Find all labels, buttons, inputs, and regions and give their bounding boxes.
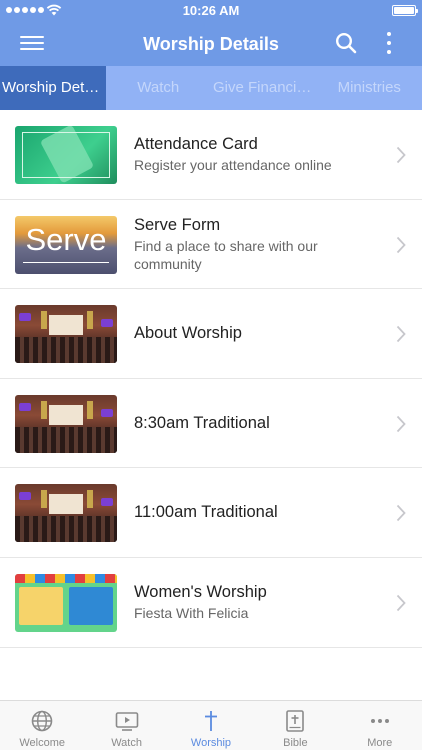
list-item-serve-form[interactable]: Serve Serve Form Find a place to share w…: [0, 200, 422, 290]
chevron-right-icon: [396, 236, 406, 253]
bible-icon: [286, 710, 305, 732]
list-item-title: Serve Form: [134, 215, 221, 234]
nav-watch[interactable]: Watch: [84, 701, 168, 750]
serve-form-thumbnail: Serve: [15, 215, 117, 274]
list-item-title: Women's Worship: [134, 583, 267, 602]
cross-icon: [204, 711, 217, 731]
list-item-830am-traditional[interactable]: 8:30am Traditional: [0, 379, 422, 469]
tab-give-financially[interactable]: Give Financially: [211, 66, 317, 110]
battery-icon: [392, 5, 418, 16]
more-dots-icon: [370, 719, 389, 723]
list-item-about-worship[interactable]: About Worship: [0, 289, 422, 379]
nav-more[interactable]: More: [338, 701, 422, 750]
nav-worship[interactable]: Worship: [169, 701, 253, 750]
chevron-right-icon: [396, 594, 406, 612]
status-bar: 10:26 AM: [0, 0, 422, 22]
content-list: Attendance Card Register your attendance…: [0, 110, 422, 648]
sanctuary-photo-thumbnail: [15, 305, 117, 364]
chevron-right-icon: [396, 146, 406, 164]
list-item-1100am-traditional[interactable]: 11:00am Traditional: [0, 468, 422, 558]
attendance-card-thumbnail: [15, 126, 117, 184]
search-icon[interactable]: [334, 31, 358, 55]
tab-worship-details[interactable]: Worship Details: [0, 66, 106, 110]
nav-label: Watch: [111, 737, 142, 749]
nav-bible[interactable]: Bible: [253, 701, 337, 750]
app-bar: Worship Details: [0, 22, 422, 66]
bottom-navigation: Welcome Watch Worship Bible More: [0, 700, 422, 750]
tv-play-icon: [115, 712, 138, 731]
overflow-menu-icon[interactable]: [380, 30, 398, 56]
nav-label: More: [367, 737, 393, 749]
status-time: 10:26 AM: [182, 3, 240, 18]
globe-icon: [31, 710, 53, 732]
list-item-attendance-card[interactable]: Attendance Card Register your attendance…: [0, 110, 422, 200]
list-item-subtitle: Fiesta With Felicia: [134, 605, 249, 622]
nav-label: Bible: [283, 737, 308, 749]
list-item-title: About Worship: [134, 323, 242, 342]
list-item-womens-worship[interactable]: Women's Worship Fiesta With Felicia: [0, 558, 422, 648]
womens-worship-flyer-thumbnail: [15, 573, 117, 632]
page-title: Worship Details: [143, 34, 279, 54]
list-item-subtitle: Find a place to share with our community: [134, 237, 318, 272]
nav-label: Worship: [190, 737, 232, 749]
tab-ministries[interactable]: Ministries: [317, 66, 422, 110]
chevron-right-icon: [396, 415, 406, 432]
chevron-right-icon: [396, 505, 406, 522]
list-item-title: 11:00am Traditional: [134, 503, 278, 522]
tab-bar: Worship Details Watch Give Financially M…: [0, 66, 422, 110]
chevron-right-icon: [396, 326, 406, 343]
tab-watch[interactable]: Watch: [106, 66, 212, 110]
nav-welcome[interactable]: Welcome: [0, 701, 84, 750]
list-item-subtitle: Register your attendance online: [134, 157, 332, 174]
list-item-title: Attendance Card: [134, 135, 258, 154]
nav-label: Welcome: [19, 737, 66, 749]
sanctuary-photo-thumbnail: [15, 394, 117, 453]
list-item-title: 8:30am Traditional: [134, 413, 270, 432]
sanctuary-photo-thumbnail: [15, 484, 117, 543]
